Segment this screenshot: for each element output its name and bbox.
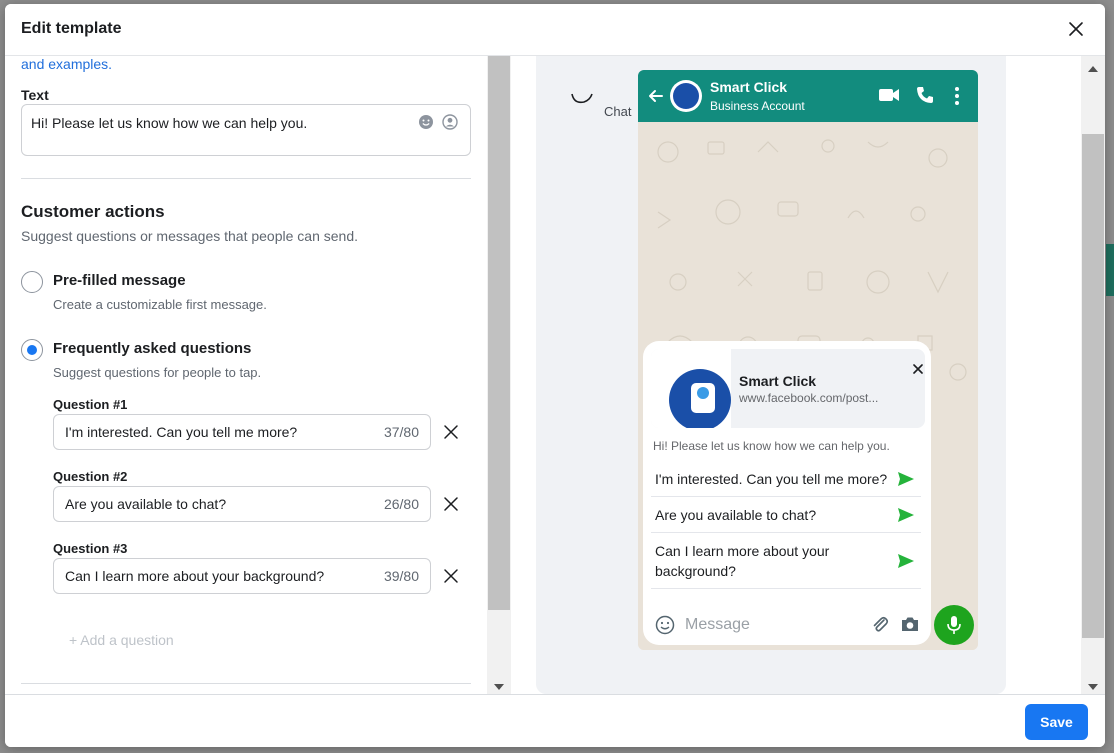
faq-item-text: I'm interested. Can you tell me more?: [655, 471, 888, 487]
question-3-input[interactable]: Can I learn more about your background? …: [53, 558, 431, 594]
prefilled-message-radio[interactable]: [21, 271, 43, 293]
backdrop-edge: [1106, 244, 1114, 296]
question-1-input[interactable]: I'm interested. Can you tell me more? 37…: [53, 414, 431, 450]
camera-icon[interactable]: [900, 615, 920, 633]
customer-actions-title: Customer actions: [21, 202, 165, 221]
question-1-count: 37/80: [383, 424, 419, 440]
personalize-icon[interactable]: [442, 114, 458, 130]
remove-question-2-icon[interactable]: [443, 496, 459, 512]
text-field-value: Hi! Please let us know how we can help y…: [31, 115, 308, 131]
send-icon[interactable]: [897, 471, 915, 487]
message-text: Hi! Please let us know how we can help y…: [653, 439, 890, 453]
emoji-icon[interactable]: [418, 114, 434, 130]
microphone-icon: [947, 616, 961, 634]
prefilled-message-title: Pre-filled message: [53, 272, 186, 289]
link-preview-url: www.facebook.com/post...: [739, 391, 879, 405]
send-icon[interactable]: [897, 553, 915, 569]
faq-item[interactable]: Can I learn more about your background?: [651, 533, 921, 589]
close-icon[interactable]: [1065, 18, 1087, 40]
message-input-placeholder[interactable]: Message: [685, 616, 750, 634]
question-3-value: Can I learn more about your background?: [65, 568, 325, 584]
preview-card: Chat Smart Click Business Account Smart …: [536, 56, 1006, 694]
question-2-value: Are you available to chat?: [65, 496, 227, 512]
voice-call-icon[interactable]: [915, 85, 935, 105]
chat-header: Smart Click Business Account: [638, 70, 978, 122]
section-divider: [21, 178, 471, 179]
prefilled-message-subtitle: Create a customizable first message.: [53, 297, 267, 312]
send-icon[interactable]: [897, 507, 915, 523]
examples-link[interactable]: and examples.: [21, 56, 112, 72]
scroll-down-arrow-icon[interactable]: [494, 684, 504, 690]
faq-item[interactable]: Are you available to chat?: [651, 497, 921, 533]
link-preview[interactable]: Smart Click www.facebook.com/post...: [651, 349, 925, 428]
faq-title: Frequently asked questions: [53, 340, 252, 357]
add-question-button[interactable]: + Add a question: [69, 632, 174, 648]
text-field[interactable]: Hi! Please let us know how we can help y…: [21, 104, 471, 156]
remove-question-1-icon[interactable]: [443, 424, 459, 440]
customer-actions-subtitle: Suggest questions or messages that peopl…: [21, 228, 358, 244]
phone-preview: Smart Click Business Account Smart Click…: [638, 70, 978, 650]
question-1-label: Question #1: [53, 397, 128, 412]
emoji-icon[interactable]: [655, 615, 675, 635]
preview-panel: Chat Smart Click Business Account Smart …: [511, 56, 1081, 694]
faq-item-text: Are you available to chat?: [655, 507, 817, 523]
question-2-input[interactable]: Are you available to chat? 26/80: [53, 486, 431, 522]
question-3-label: Question #3: [53, 541, 128, 556]
whatsapp-icon: [571, 93, 593, 104]
question-2-label: Question #2: [53, 469, 128, 484]
section-divider-bottom: [21, 683, 471, 684]
business-status: Business Account: [710, 99, 805, 113]
right-scrollbar[interactable]: [1081, 56, 1105, 694]
back-arrow-icon[interactable]: [648, 88, 664, 104]
faq-item[interactable]: I'm interested. Can you tell me more?: [651, 461, 921, 497]
modal-title: Edit template: [21, 20, 122, 37]
scroll-up-arrow-icon[interactable]: [1088, 66, 1098, 72]
chat-label: Chat: [604, 104, 632, 119]
question-1-value: I'm interested. Can you tell me more?: [65, 424, 298, 440]
video-call-icon[interactable]: [878, 87, 900, 103]
left-scrollbar-thumb[interactable]: [488, 56, 510, 610]
modal-footer: Save: [5, 694, 1105, 747]
faq-item-text: Can I learn more about your background?: [655, 543, 830, 579]
voice-message-button[interactable]: [934, 605, 974, 645]
edit-template-modal: Edit template and examples. Text Hi! Ple…: [5, 4, 1105, 747]
modal-header: Edit template: [5, 4, 1105, 56]
faq-subtitle: Suggest questions for people to tap.: [53, 365, 262, 380]
left-scrollbar[interactable]: [487, 56, 511, 694]
right-scrollbar-thumb[interactable]: [1082, 134, 1104, 638]
message-input-bar[interactable]: Message: [643, 603, 931, 647]
attach-icon[interactable]: [870, 615, 890, 635]
business-avatar: [670, 80, 702, 112]
template-form: and examples. Text Hi! Please let us kno…: [5, 56, 487, 694]
link-preview-title: Smart Click: [739, 373, 817, 389]
question-2-count: 26/80: [383, 496, 419, 512]
link-preview-image: [651, 349, 731, 428]
remove-question-3-icon[interactable]: [443, 568, 459, 584]
save-button[interactable]: Save: [1025, 704, 1088, 740]
faq-radio[interactable]: [21, 339, 43, 361]
close-preview-icon[interactable]: [913, 364, 923, 374]
text-field-label: Text: [21, 87, 49, 103]
more-options-icon[interactable]: [954, 86, 960, 106]
question-3-count: 39/80: [383, 568, 419, 584]
scroll-down-arrow-icon[interactable]: [1088, 684, 1098, 690]
message-bubble: Smart Click www.facebook.com/post... Hi!…: [643, 341, 931, 645]
business-name: Smart Click: [710, 79, 788, 95]
